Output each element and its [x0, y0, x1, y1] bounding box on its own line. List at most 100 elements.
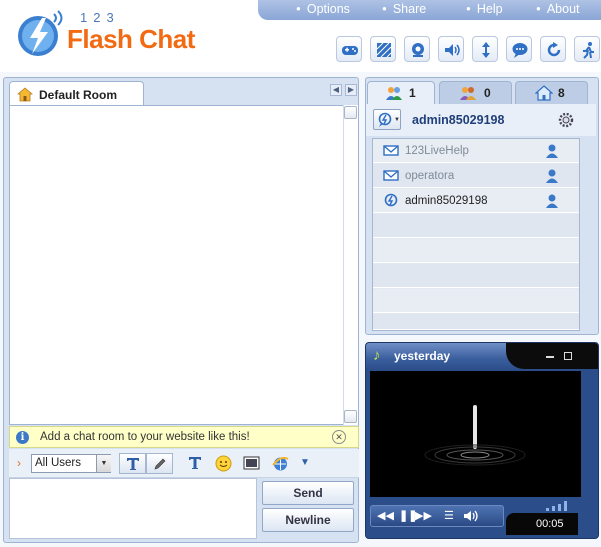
refresh-button[interactable]	[540, 36, 566, 62]
arrow-right-icon: ›	[17, 456, 21, 470]
tab-users[interactable]: 1	[367, 81, 435, 104]
playlist-button[interactable]: ☰	[444, 509, 454, 522]
tab-users-count: 1	[409, 86, 416, 100]
user-row[interactable]: 123LiveHelp	[373, 139, 579, 163]
browser-button[interactable]	[271, 455, 289, 473]
input-toolbar: › All Users ▼ ▼	[9, 449, 359, 478]
rewind-button[interactable]: ◀◀	[377, 509, 394, 522]
user-row[interactable]: admin85029198	[373, 189, 579, 213]
speaker-icon	[464, 510, 478, 522]
top-menu: ● Options ● Share ● Help ● About	[258, 0, 601, 20]
tab-scroll-right-button[interactable]: ▶	[345, 84, 357, 96]
tab-rooms[interactable]: 8	[515, 81, 588, 104]
sound-button[interactable]	[438, 36, 464, 62]
pencil-icon	[154, 458, 166, 470]
webcam-button[interactable]	[404, 36, 430, 62]
volume-button[interactable]	[463, 509, 479, 526]
room-tab-label: Default Room	[39, 88, 117, 102]
user-name: operatora	[405, 170, 455, 182]
user-row-empty	[373, 314, 579, 330]
user-list: 123LiveHelp operatora admin85029198	[372, 138, 580, 331]
tab-scroll-left-button[interactable]: ◀	[330, 84, 342, 96]
recipient-select[interactable]: All Users ▼	[31, 454, 111, 473]
close-icon[interactable]: ✕	[332, 430, 346, 444]
video-screen	[370, 371, 581, 497]
user-name: 123LiveHelp	[405, 145, 469, 157]
status-dropdown-icon: ▼	[394, 117, 400, 123]
message-input[interactable]	[9, 478, 257, 539]
media-player: ♪ yesterday ◀◀ ❚❚ ▶▶ ☰ 00:05	[365, 342, 599, 539]
rooms-icon	[535, 85, 553, 101]
status-button[interactable]: ▼	[373, 109, 401, 130]
profile-icon[interactable]	[545, 168, 559, 183]
gear-icon[interactable]	[558, 112, 574, 128]
smiley-icon	[215, 455, 231, 472]
chevron-down-icon[interactable]: ▼	[96, 455, 111, 472]
playback-time: 00:05	[536, 518, 564, 530]
water-drop-visual	[424, 405, 526, 466]
recipient-select-value: All Users	[35, 457, 82, 469]
logo-text: Flash Chat	[67, 24, 195, 54]
image-button[interactable]	[242, 455, 260, 473]
chat-status-icon	[384, 193, 398, 207]
tab-friends[interactable]: 0	[439, 81, 512, 104]
message-icon	[383, 145, 399, 156]
info-message[interactable]: Add a chat room to your website like thi…	[40, 431, 250, 443]
tab-default-room[interactable]: Default Room	[9, 81, 144, 106]
user-row-empty	[373, 264, 579, 288]
newline-button[interactable]: Newline	[262, 508, 354, 532]
skin-icon	[376, 42, 392, 58]
menu-about[interactable]: ● About	[536, 2, 580, 16]
send-button[interactable]: Send	[262, 481, 354, 505]
chat-bubble-button[interactable]	[506, 36, 532, 62]
chat-status-icon	[378, 112, 392, 127]
profile-icon[interactable]	[545, 193, 559, 208]
text-style-icon	[127, 458, 139, 470]
menu-help[interactable]: ● Help	[466, 2, 503, 16]
info-bar: i Add a chat room to your website like t…	[9, 426, 359, 448]
user-row-empty	[373, 289, 579, 313]
user-row-empty	[373, 214, 579, 238]
home-icon	[17, 87, 33, 102]
sound-icon	[445, 44, 460, 56]
tab-rooms-count: 8	[558, 86, 565, 100]
user-row-empty	[373, 239, 579, 263]
track-title: yesterday	[394, 349, 451, 363]
user-row[interactable]: operatora	[373, 164, 579, 188]
logo-number: 123	[80, 10, 120, 25]
refresh-icon	[547, 42, 561, 57]
fast-forward-button[interactable]: ▶▶	[415, 509, 432, 522]
game-button[interactable]	[336, 36, 362, 62]
logout-button[interactable]	[574, 36, 600, 62]
text-color-button[interactable]	[119, 453, 146, 474]
header: 123 Flash Chat ● Options ● Share ● Help ● Ab…	[0, 0, 601, 72]
time-display: 00:05	[506, 513, 578, 535]
skin-button[interactable]	[370, 36, 396, 62]
tab-friends-count: 0	[484, 86, 491, 100]
volume-level-icon	[546, 501, 567, 511]
chat-bubble-icon	[512, 43, 528, 58]
profile-icon[interactable]	[545, 143, 559, 158]
scroll-up-button[interactable]	[344, 106, 357, 119]
more-dropdown-icon[interactable]: ▼	[300, 457, 310, 468]
current-user-name: admin85029198	[412, 113, 505, 127]
friends-icon	[460, 87, 476, 100]
user-name: admin85029198	[405, 195, 488, 207]
smiley-button[interactable]	[214, 455, 232, 473]
minimize-button[interactable]	[546, 352, 554, 358]
users-icon	[386, 87, 402, 100]
maximize-button[interactable]	[564, 352, 572, 360]
chat-scrollbar[interactable]	[343, 105, 358, 425]
logout-icon	[583, 42, 594, 59]
pencil-button[interactable]	[146, 453, 173, 474]
info-icon: i	[16, 431, 29, 444]
menu-share[interactable]: ● Share	[382, 2, 426, 16]
resize-icon	[482, 42, 490, 58]
webcam-icon	[412, 43, 424, 57]
menu-options[interactable]: ● Options	[296, 2, 350, 16]
player-controls: ◀◀ ❚❚ ▶▶ ☰	[370, 505, 504, 527]
resize-button[interactable]	[472, 36, 498, 62]
browser-icon	[271, 456, 288, 471]
scroll-down-button[interactable]	[344, 410, 357, 423]
font-button[interactable]	[186, 455, 204, 473]
